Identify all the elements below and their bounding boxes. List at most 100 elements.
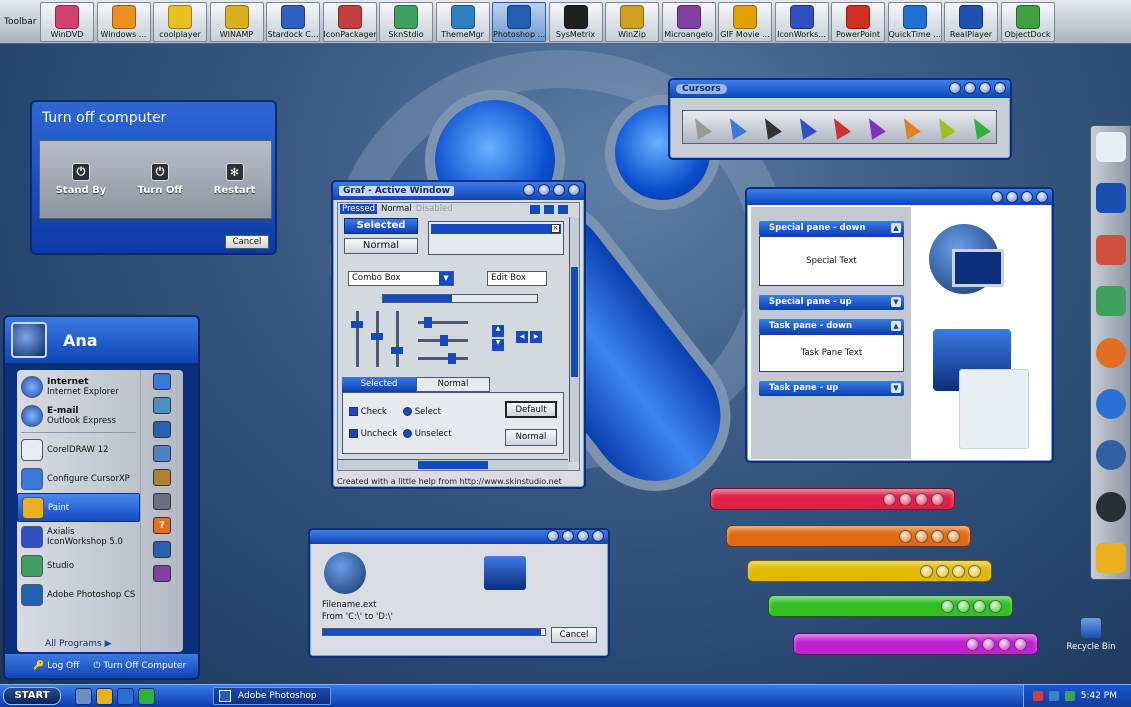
chevron-down-icon[interactable]: ▼ [492, 339, 504, 351]
slider-thumb[interactable] [371, 333, 383, 340]
toolbar-item-2[interactable]: coolplayer [153, 1, 207, 42]
chevron-left-icon[interactable]: ◀ [516, 331, 528, 343]
turn-off-cancel-button[interactable]: Cancel [225, 235, 269, 249]
run-icon[interactable] [153, 565, 171, 582]
media-icon[interactable] [138, 687, 155, 705]
maximize-icon[interactable] [577, 530, 589, 542]
help-icon[interactable] [883, 493, 896, 506]
task-pane-down-header[interactable]: Task pane - down ▲ [759, 319, 904, 334]
tab-pressed[interactable]: Pressed [340, 204, 377, 214]
chevron-up-icon[interactable]: ▲ [891, 321, 901, 331]
scroll-thumb[interactable] [418, 461, 488, 469]
normal-button[interactable]: Normal [344, 238, 418, 254]
close-icon[interactable] [931, 493, 944, 506]
close-icon[interactable] [592, 530, 604, 542]
minimize-icon[interactable] [957, 600, 970, 613]
close-icon[interactable] [968, 565, 981, 578]
messenger-icon[interactable] [1095, 286, 1126, 317]
start-button[interactable]: START [3, 687, 61, 705]
mini-minimize-icon[interactable] [530, 205, 540, 214]
sm-item-iconworkshop[interactable]: Axialis IconWorkshop 5.0 [17, 522, 140, 551]
help-icon[interactable] [899, 530, 912, 543]
graf-titlebar[interactable]: Graf - Active Window [333, 182, 584, 200]
close-icon[interactable] [568, 184, 580, 196]
tray-volume-icon[interactable] [1048, 691, 1059, 701]
close-icon[interactable] [1036, 191, 1048, 203]
control-panel-icon[interactable] [153, 469, 171, 486]
normal-button-2[interactable]: Normal [505, 429, 557, 446]
maximize-icon[interactable] [915, 493, 928, 506]
toolbar-item-14[interactable]: PowerPoint [831, 1, 885, 42]
tab-selected[interactable]: Selected [342, 377, 416, 392]
documents-icon[interactable] [1095, 183, 1126, 214]
cursor-icon[interactable] [792, 114, 817, 140]
minimize-icon[interactable] [964, 82, 976, 94]
task-pane-titlebar[interactable] [747, 189, 1052, 205]
music-icon[interactable] [153, 421, 171, 438]
tab-normal[interactable]: Normal [381, 204, 412, 214]
cursor-icon[interactable] [757, 114, 782, 140]
maximize-icon[interactable] [979, 82, 991, 94]
slider-thumb[interactable] [448, 353, 456, 364]
cursor-icon[interactable] [966, 114, 991, 140]
sm-item-email[interactable]: E-mail Outlook Express [17, 401, 140, 430]
sm-item-studio[interactable]: Studio [17, 551, 140, 580]
turn-off-button[interactable]: ⏻ Turn Off [137, 163, 182, 196]
chevron-down-icon[interactable]: ▼ [439, 272, 453, 285]
toolbar-item-6[interactable]: SknStdio [379, 1, 433, 42]
help-icon[interactable] [949, 82, 961, 94]
spinner[interactable]: ▲ ▼ [492, 325, 504, 351]
chevron-right-icon[interactable]: ▶ [530, 331, 542, 343]
minimize-icon[interactable] [899, 493, 912, 506]
minimize-icon[interactable] [915, 530, 928, 543]
toolbar-item-11[interactable]: Microangelo [661, 1, 716, 42]
check-option[interactable]: Check [349, 407, 387, 417]
toolbar-item-7[interactable]: ThemeMgr [435, 1, 490, 42]
maximize-icon[interactable] [952, 565, 965, 578]
minimize-icon[interactable] [538, 184, 550, 196]
cursors-titlebar[interactable]: Cursors [670, 80, 1010, 98]
toolbar-item-0[interactable]: WinDVD [40, 1, 94, 42]
chevron-down-icon[interactable]: ▼ [891, 297, 901, 307]
tray-messenger-icon[interactable] [1064, 691, 1075, 701]
toolbar-item-8[interactable]: Photoshop ... [492, 1, 546, 42]
toolbar-item-17[interactable]: ObjectDock [1000, 1, 1055, 42]
horizontal-sliders[interactable] [418, 315, 468, 367]
close-icon[interactable] [994, 82, 1006, 94]
maximize-icon[interactable] [973, 600, 986, 613]
toolbar-item-1[interactable]: Windows ... [96, 1, 151, 42]
selected-button[interactable]: Selected [344, 218, 418, 234]
edit-box[interactable]: Edit Box [487, 271, 547, 286]
slider-thumb[interactable] [391, 347, 403, 354]
computer-icon[interactable] [153, 445, 171, 462]
sm-item-paint[interactable]: Paint [17, 493, 140, 522]
paint-icon[interactable] [96, 687, 113, 705]
vertical-scrollbar[interactable] [569, 217, 579, 462]
network-icon[interactable] [1095, 234, 1126, 265]
toolbar-item-10[interactable]: WinZip [605, 1, 659, 42]
restart-button[interactable]: ✻ Restart [214, 163, 255, 196]
cursor-icon[interactable] [723, 114, 748, 140]
slider-thumb[interactable] [440, 335, 448, 346]
help-icon[interactable] [920, 565, 933, 578]
uncheck-option[interactable]: Uncheck [349, 429, 397, 439]
special-pane-down-header[interactable]: Special pane - down ▲ [759, 221, 904, 236]
toolbar-item-15[interactable]: QuickTime ... [887, 1, 942, 42]
sm-item-photoshop[interactable]: Adobe Photoshop CS [17, 580, 140, 609]
listbox-selected-row[interactable]: × [431, 224, 561, 234]
scroll-thumb[interactable] [571, 267, 578, 377]
chevron-up-icon[interactable]: ▲ [492, 325, 504, 337]
cursor-icon[interactable] [931, 114, 956, 140]
combo-box[interactable]: Combo Box ▼ [348, 271, 454, 286]
tab-normal-2[interactable]: Normal [416, 377, 490, 392]
cursor-icon[interactable] [827, 114, 852, 140]
mini-close-icon[interactable] [558, 205, 568, 214]
help-icon[interactable] [941, 600, 954, 613]
minimize-icon[interactable] [562, 530, 574, 542]
maximize-icon[interactable] [553, 184, 565, 196]
copy-titlebar[interactable] [310, 530, 608, 544]
show-desktop-icon[interactable] [75, 687, 92, 705]
maximize-icon[interactable] [1021, 191, 1033, 203]
default-button[interactable]: Default [505, 401, 557, 418]
help-icon[interactable] [991, 191, 1003, 203]
